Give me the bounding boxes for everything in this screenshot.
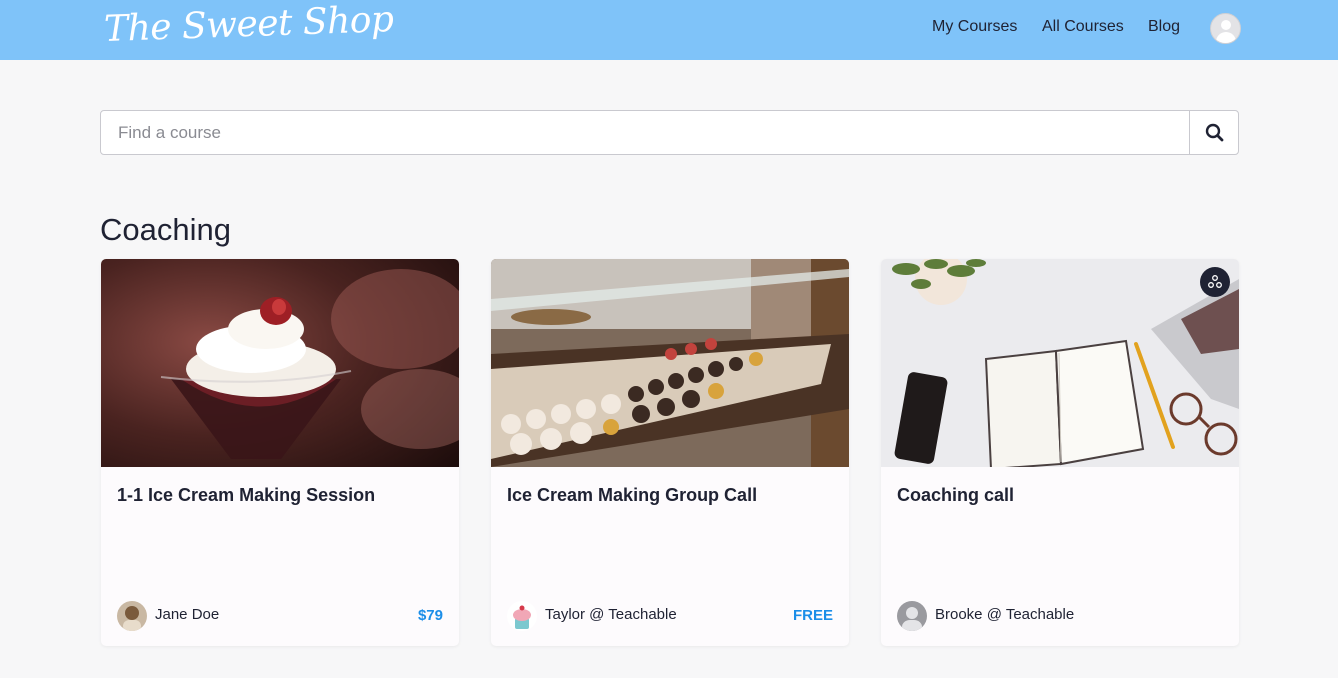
author-avatar (507, 601, 537, 631)
course-title[interactable]: Coaching call (897, 485, 1014, 506)
nav-blog[interactable]: Blog (1148, 18, 1180, 36)
author-avatar (897, 601, 927, 631)
author-avatar (117, 601, 147, 631)
author-name: Taylor @ Teachable (545, 606, 677, 623)
brand-logo[interactable]: The Sweet Shop (103, 0, 394, 50)
course-image-ice-cream-sundae (101, 259, 459, 467)
course-card[interactable]: Coaching call Brooke @ Teachable (881, 259, 1239, 646)
nav-all-courses[interactable]: All Courses (1042, 18, 1124, 36)
search-input[interactable] (101, 111, 1190, 154)
course-price: FREE (792, 607, 833, 624)
course-image-pastry-display (491, 259, 849, 467)
course-card[interactable]: Ice Cream Making Group Call Taylor @ Tea… (491, 259, 849, 646)
triangle-dots-icon (1200, 267, 1230, 297)
search-button[interactable] (1189, 111, 1238, 154)
author-name: Jane Doe (155, 606, 220, 623)
section-title: Coaching (100, 212, 231, 247)
course-search-bar (100, 110, 1239, 155)
course-title[interactable]: Ice Cream Making Group Call (507, 485, 757, 506)
user-avatar-icon[interactable] (1210, 13, 1241, 44)
search-icon (1205, 123, 1224, 142)
course-image-desk-notebook (881, 259, 1239, 467)
course-card[interactable]: 1-1 Ice Cream Making Session Jane Doe $7… (101, 259, 459, 646)
course-title[interactable]: 1-1 Ice Cream Making Session (117, 485, 375, 506)
author-name: Brooke @ Teachable (935, 606, 1075, 623)
top-navigation-bar: The Sweet Shop My Courses All Courses Bl… (0, 0, 1338, 60)
nav-my-courses[interactable]: My Courses (932, 18, 1017, 36)
course-price: $79 (417, 607, 443, 624)
